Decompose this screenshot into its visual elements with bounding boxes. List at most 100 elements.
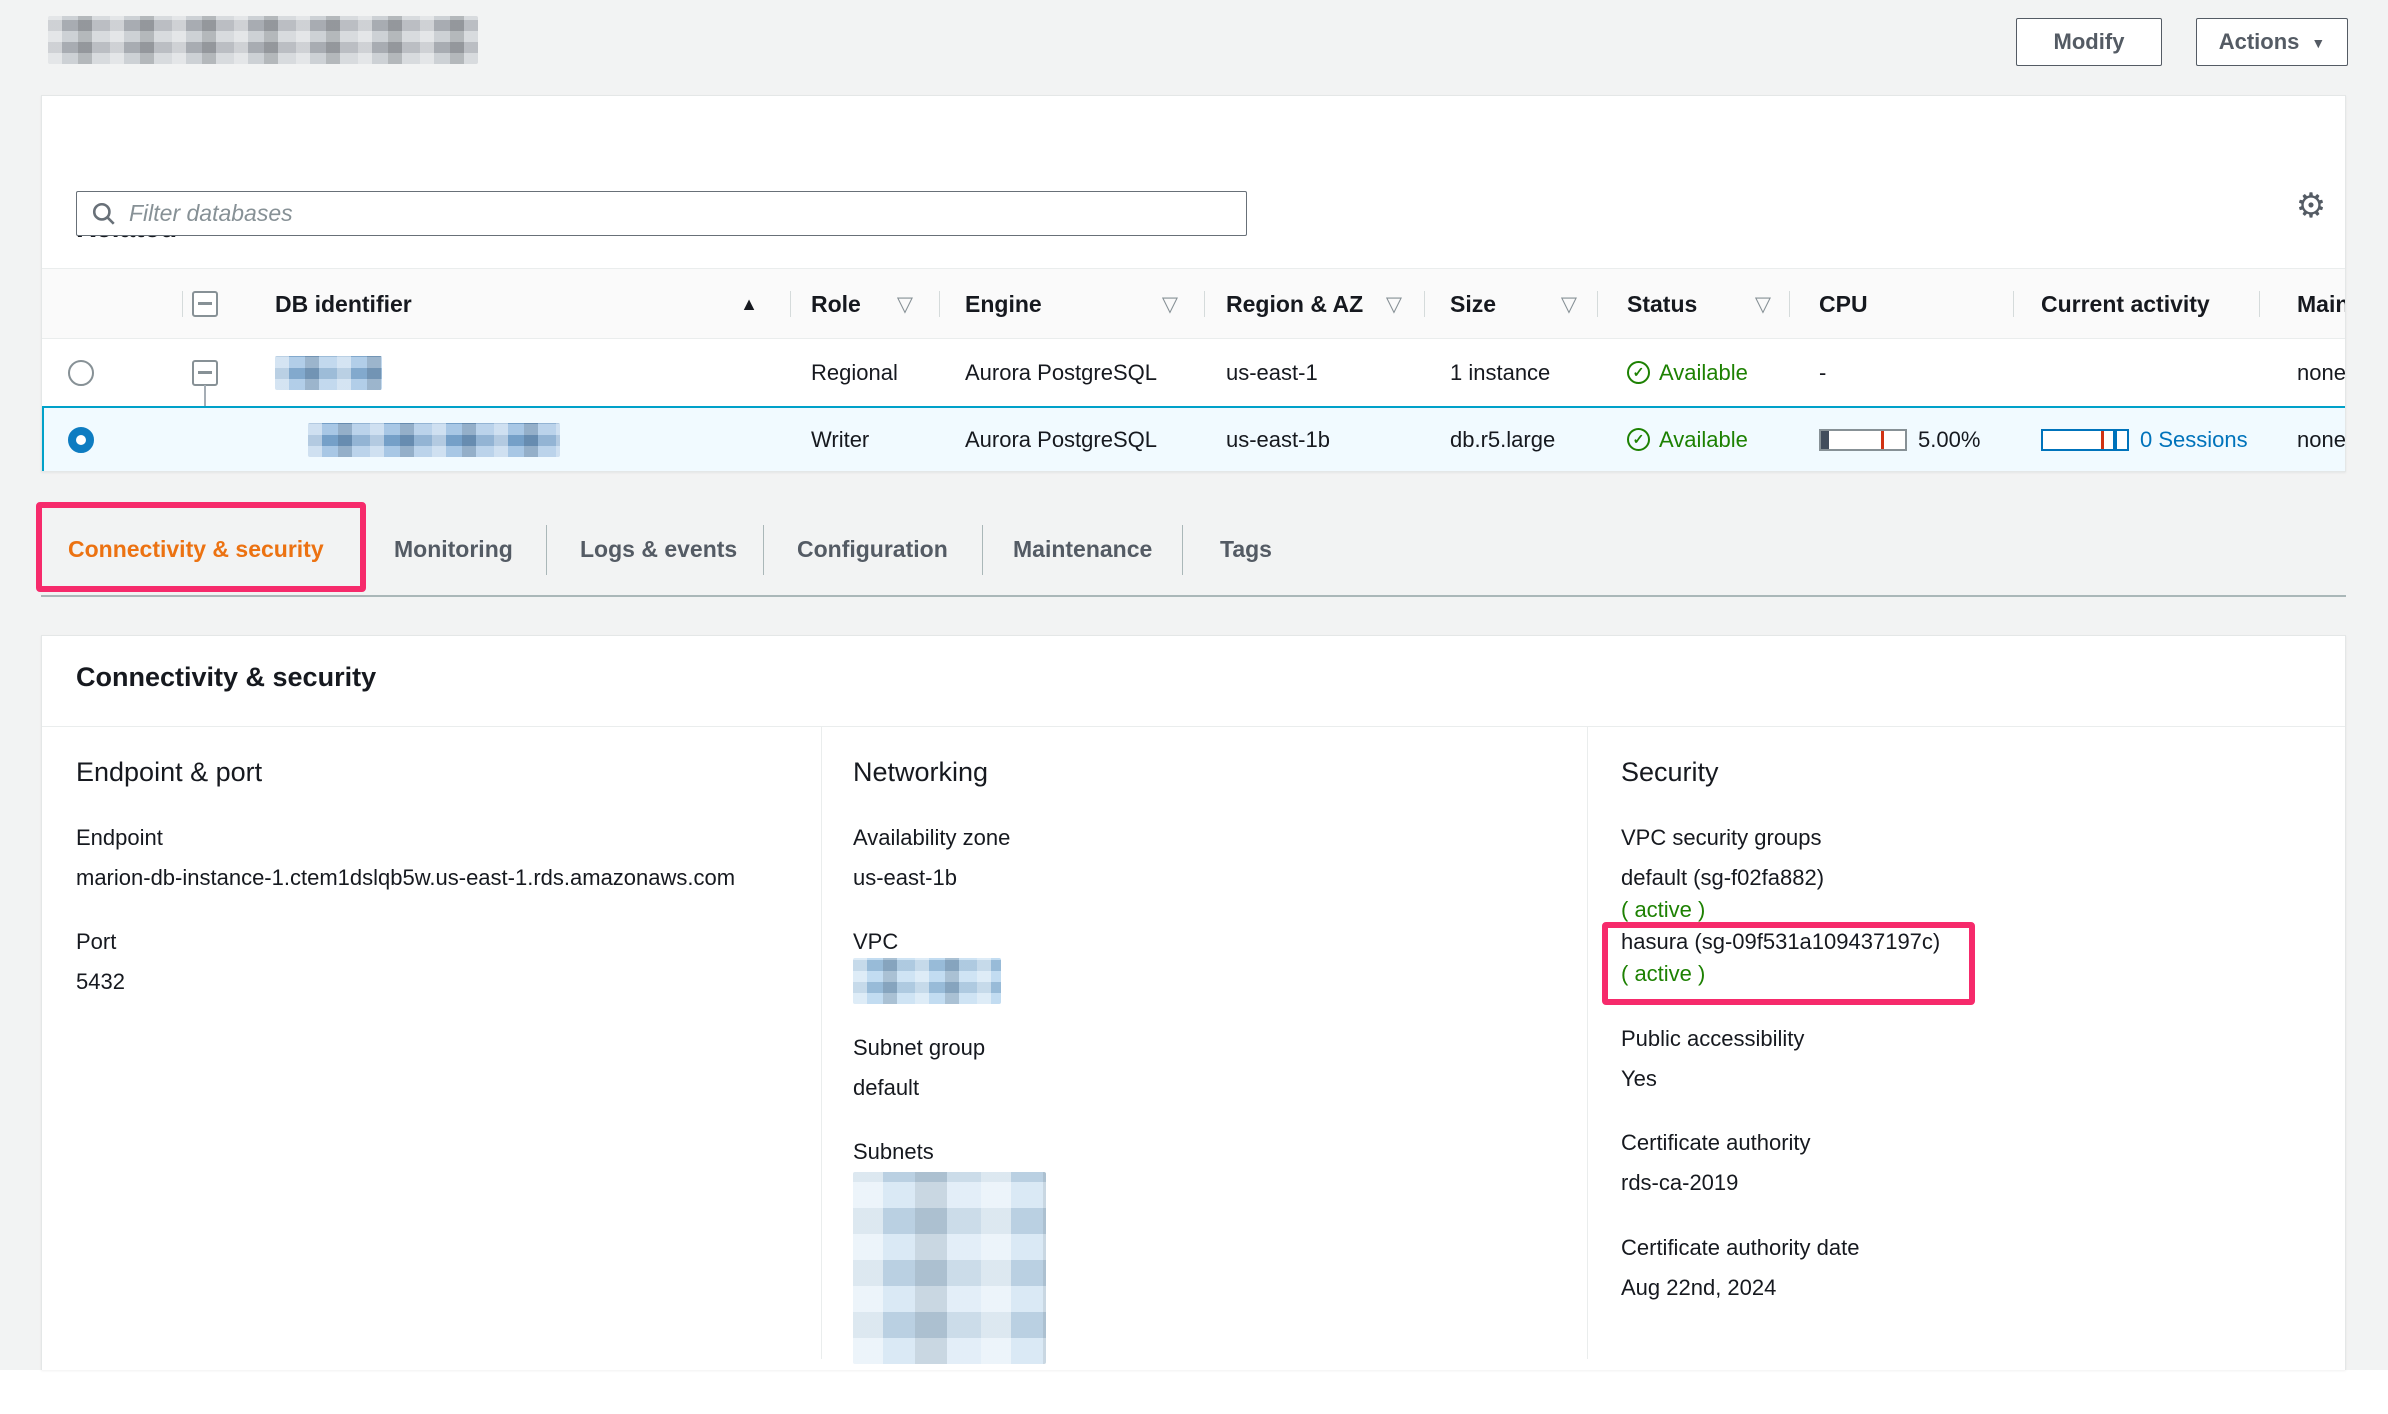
column-label: Role <box>811 291 861 318</box>
column-engine[interactable]: Engine ▽ <box>939 269 1204 339</box>
connectivity-security-panel: Connectivity & security Endpoint & port … <box>41 635 2346 1370</box>
region-az-cell: us-east-1b <box>1204 406 1424 472</box>
filter-icon[interactable]: ▽ <box>897 292 913 317</box>
column-divider <box>821 727 822 1359</box>
status-available-icon: ✓ <box>1627 361 1650 384</box>
cpu-cell: 5.00% <box>1789 406 2013 472</box>
tab-tags[interactable]: Tags <box>1220 536 1272 563</box>
availability-zone-value: us-east-1b <box>853 863 957 893</box>
maintenance-cell: none <box>2259 339 2346 406</box>
filter-icon[interactable]: ▽ <box>1386 292 1402 317</box>
collapse-row-checkbox[interactable] <box>192 360 218 386</box>
certificate-authority-value: rds-ca-2019 <box>1621 1168 1738 1198</box>
filter-icon[interactable]: ▽ <box>1755 292 1771 317</box>
availability-zone-label: Availability zone <box>853 823 1010 853</box>
column-label: Maintenance <box>2297 291 2346 318</box>
column-db-identifier[interactable]: DB identifier ▲ <box>247 269 790 339</box>
status-text: Available <box>1659 427 1748 453</box>
row-radio-selected[interactable] <box>68 427 94 453</box>
header-expand-cell <box>182 269 247 339</box>
column-label: Region & AZ <box>1226 291 1363 318</box>
table-row-writer-selected[interactable]: Writer Aurora PostgreSQL us-east-1b db.r… <box>42 406 2346 472</box>
subnet-group-value: default <box>853 1073 919 1103</box>
column-cpu[interactable]: CPU <box>1789 269 2013 339</box>
tab-logs-events[interactable]: Logs & events <box>580 536 737 563</box>
public-accessibility-label: Public accessibility <box>1621 1024 1804 1054</box>
subnets-redacted-links[interactable] <box>853 1172 1046 1364</box>
status-text: Available <box>1659 360 1748 386</box>
table-row-cluster[interactable]: Regional Aurora PostgreSQL us-east-1 1 i… <box>42 339 2346 406</box>
certificate-authority-date-value: Aug 22nd, 2024 <box>1621 1273 1776 1303</box>
status-cell: ✓ Available <box>1597 406 1789 472</box>
chevron-down-icon: ▼ <box>2311 36 2325 50</box>
tab-monitoring[interactable]: Monitoring <box>394 536 513 563</box>
table-header: DB identifier ▲ Role ▽ Engine ▽ Region &… <box>42 269 2346 339</box>
filter-icon[interactable]: ▽ <box>1561 292 1577 317</box>
endpoint-label: Endpoint <box>76 823 163 853</box>
endpoint-port-title: Endpoint & port <box>76 757 262 788</box>
port-value: 5432 <box>76 967 125 997</box>
gear-icon[interactable]: ⚙ <box>2289 184 2333 228</box>
expand-cell <box>182 406 247 472</box>
region-az-cell: us-east-1 <box>1204 339 1424 406</box>
vpc-label: VPC <box>853 927 898 957</box>
certificate-authority-label: Certificate authority <box>1621 1128 1811 1158</box>
tab-connectivity-security[interactable]: Connectivity & security <box>68 536 324 563</box>
tab-maintenance[interactable]: Maintenance <box>1013 536 1152 563</box>
db-identifier-cell <box>247 339 790 406</box>
cpu-usage-bar <box>1819 429 1907 451</box>
size-cell: 1 instance <box>1424 339 1597 406</box>
current-activity-cell <box>2013 339 2259 406</box>
modify-button[interactable]: Modify <box>2016 18 2162 66</box>
select-cell <box>42 406 182 472</box>
panel-title: Connectivity & security <box>76 662 376 693</box>
filter-databases-box <box>76 191 1247 236</box>
port-label: Port <box>76 927 116 957</box>
role-cell: Regional <box>790 339 939 406</box>
endpoint-value: marion-db-instance-1.ctem1dslqb5w.us-eas… <box>76 863 735 893</box>
security-group-default-status: ( active ) <box>1621 895 1705 925</box>
security-group-hasura-status: ( active ) <box>1621 959 1705 989</box>
column-status[interactable]: Status ▽ <box>1597 269 1789 339</box>
security-title: Security <box>1621 757 1719 788</box>
actions-button[interactable]: Actions ▼ <box>2196 18 2348 66</box>
modify-button-label: Modify <box>2054 29 2125 55</box>
role-cell: Writer <box>790 406 939 472</box>
tab-divider <box>982 525 983 575</box>
collapse-all-checkbox[interactable] <box>192 291 218 317</box>
row-radio-unselected[interactable] <box>68 360 94 386</box>
sort-ascending-icon[interactable]: ▲ <box>740 294 758 315</box>
sessions-link[interactable]: 0 Sessions <box>2140 427 2248 453</box>
column-region-az[interactable]: Region & AZ ▽ <box>1204 269 1424 339</box>
subnet-group-label: Subnet group <box>853 1033 985 1063</box>
db-identifier-redacted-link[interactable] <box>308 423 560 457</box>
maintenance-cell: none <box>2259 406 2346 472</box>
select-cell <box>42 339 182 406</box>
expand-cell <box>182 339 247 406</box>
column-role[interactable]: Role ▽ <box>790 269 939 339</box>
column-label: DB identifier <box>275 291 412 318</box>
filter-icon[interactable]: ▽ <box>1162 292 1178 317</box>
column-label: CPU <box>1819 291 1868 318</box>
tab-divider <box>1182 525 1183 575</box>
column-current-activity[interactable]: Current activity <box>2013 269 2259 339</box>
filter-databases-input[interactable] <box>129 200 1232 227</box>
db-identifier-redacted-link[interactable] <box>275 356 382 390</box>
db-identifier-cell <box>247 406 790 472</box>
actions-button-label: Actions <box>2219 29 2300 55</box>
vpc-redacted-link[interactable] <box>853 958 1001 1004</box>
current-activity-cell: 0 Sessions <box>2013 406 2259 472</box>
certificate-authority-date-label: Certificate authority date <box>1621 1233 1859 1263</box>
engine-cell: Aurora PostgreSQL <box>939 406 1204 472</box>
status-available-icon: ✓ <box>1627 428 1650 451</box>
column-label: Status <box>1627 291 1697 318</box>
column-maintenance[interactable]: Maintenance <box>2259 269 2346 339</box>
security-group-hasura-link[interactable]: hasura (sg-09f531a109437197c) <box>1621 927 1940 957</box>
tab-configuration[interactable]: Configuration <box>797 536 948 563</box>
security-group-default-link[interactable]: default (sg-f02fa882) <box>1621 863 1824 893</box>
networking-title: Networking <box>853 757 988 788</box>
status-cell: ✓ Available <box>1597 339 1789 406</box>
column-divider <box>1587 727 1588 1359</box>
column-size[interactable]: Size ▽ <box>1424 269 1597 339</box>
column-label: Engine <box>965 291 1042 318</box>
